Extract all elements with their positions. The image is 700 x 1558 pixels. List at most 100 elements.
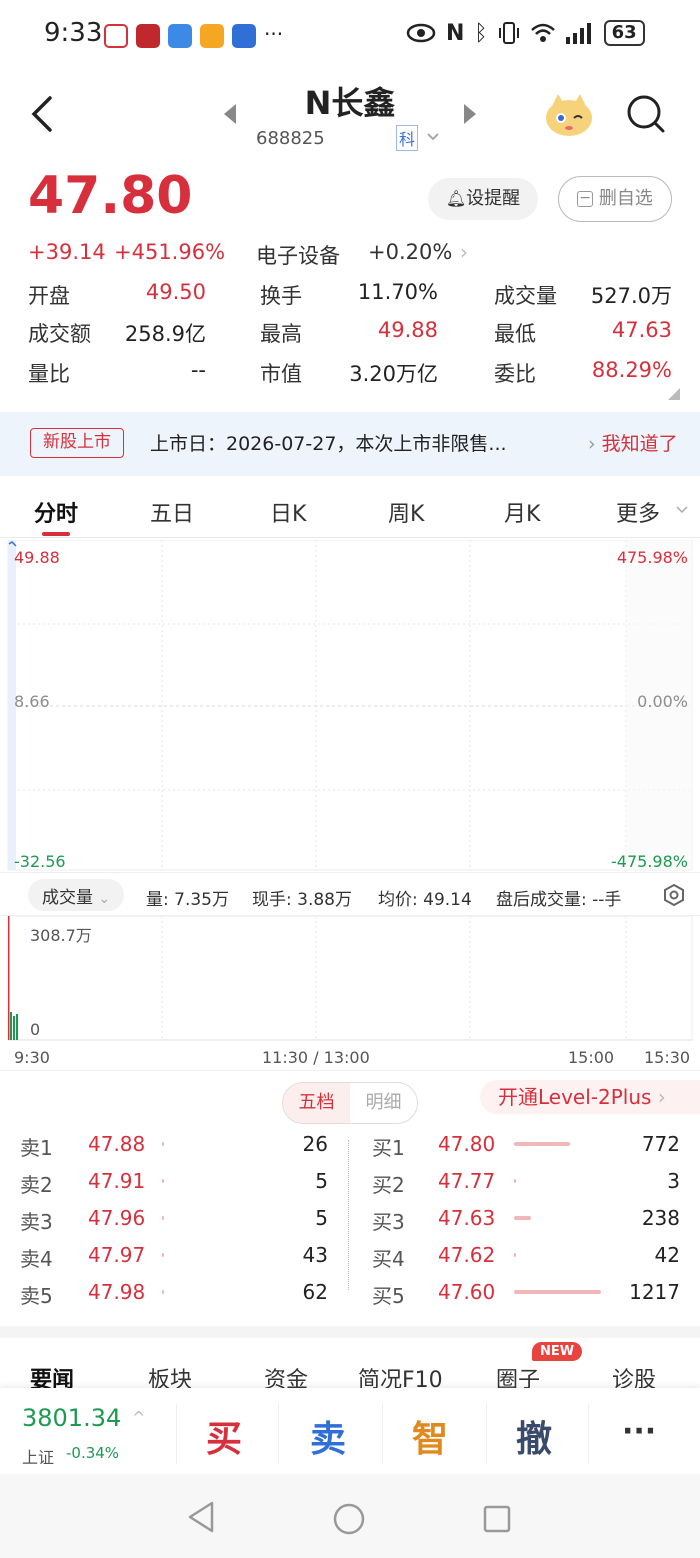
buy-level-qty: 3 bbox=[667, 1169, 680, 1193]
active-tab-indicator bbox=[42, 532, 70, 536]
sector-label: 电子设备 bbox=[256, 244, 340, 268]
divider bbox=[0, 1070, 700, 1071]
sell-level-qty: 5 bbox=[315, 1206, 328, 1230]
sell-level-qty: 43 bbox=[302, 1243, 328, 1267]
chevron-down-icon[interactable] bbox=[426, 132, 440, 142]
app-icon-2 bbox=[136, 24, 160, 48]
sell-level-price: 47.91 bbox=[88, 1169, 146, 1193]
tab-monthly-k[interactable]: 月K bbox=[504, 496, 540, 528]
mascot-avatar-icon[interactable] bbox=[544, 92, 594, 138]
index-expand-icon[interactable]: ^ bbox=[132, 1408, 145, 1427]
smart-trade-button[interactable]: 智 bbox=[412, 1410, 448, 1462]
quote-field-label: 委比 bbox=[494, 362, 536, 386]
buy-level-qty: 1217 bbox=[629, 1280, 680, 1304]
new-listing-tag: 新股上市 bbox=[30, 428, 124, 458]
buy-level-label: 买3 bbox=[372, 1210, 405, 1234]
nav-recents-icon[interactable] bbox=[482, 1504, 512, 1534]
quote-field-value: 49.88 bbox=[377, 318, 438, 342]
chart-tabs: 分时 五日 日K 周K 月K 更多 bbox=[0, 488, 700, 538]
sector-name[interactable]: 电子设备 bbox=[256, 240, 340, 270]
time-axis-1500: 15:00 bbox=[568, 1048, 615, 1067]
stock-code: 688825 bbox=[256, 128, 325, 149]
quote-field-value: 258.9亿 bbox=[124, 322, 206, 346]
quote-field-value: 88.29% bbox=[591, 358, 672, 382]
index-value[interactable]: 3801.34 bbox=[22, 1404, 121, 1432]
nav-back-icon[interactable] bbox=[186, 1500, 216, 1534]
buy-level-label: 买2 bbox=[372, 1173, 405, 1197]
nfc-icon: N bbox=[446, 20, 465, 46]
volume-chart[interactable] bbox=[0, 916, 700, 1042]
nav-home-icon[interactable] bbox=[332, 1502, 366, 1536]
buy-level-label: 买1 bbox=[372, 1136, 405, 1160]
buy-level-price: 47.62 bbox=[438, 1243, 496, 1267]
sell-level-label: 卖4 bbox=[20, 1247, 53, 1271]
buy-level-price: 47.77 bbox=[438, 1169, 496, 1193]
quote-field-label: 市值 bbox=[260, 362, 302, 386]
app-icon-1 bbox=[104, 24, 128, 48]
new-badge: NEW bbox=[532, 1342, 583, 1361]
level2-upgrade-button[interactable]: 开通Level-2Plus › bbox=[480, 1080, 700, 1114]
buy-volume-bar bbox=[514, 1216, 531, 1220]
dismiss-notice-button[interactable]: › 我知道了 bbox=[588, 429, 678, 456]
quote-field-value: 527.0万 bbox=[590, 284, 672, 308]
app-icon-4 bbox=[200, 24, 224, 48]
tab-more[interactable]: 更多 bbox=[616, 496, 660, 528]
buy-volume-bar bbox=[514, 1142, 570, 1146]
remove-watchlist-button[interactable]: − 删自选 bbox=[558, 176, 672, 222]
tab-weekly-k[interactable]: 周K bbox=[388, 496, 424, 528]
sell-level-price: 47.88 bbox=[88, 1132, 146, 1156]
remove-watchlist-label: 删自选 bbox=[598, 188, 653, 209]
quote-field-label: 成交量 bbox=[494, 284, 557, 308]
mode-five-levels[interactable]: 五档 bbox=[283, 1083, 350, 1123]
board-tag: 科 bbox=[396, 125, 419, 151]
stock-name: N长鑫 bbox=[304, 84, 396, 122]
orderbook-divider bbox=[348, 1140, 349, 1290]
expand-corner-icon[interactable] bbox=[668, 388, 680, 400]
intraday-price-chart[interactable] bbox=[0, 540, 700, 872]
status-app-icons: ··· bbox=[104, 24, 283, 48]
more-actions-button[interactable]: ··· bbox=[622, 1414, 656, 1449]
price-change: +39.14 bbox=[28, 240, 106, 264]
sell-level-price: 47.98 bbox=[88, 1280, 146, 1304]
mode-detail[interactable]: 明细 bbox=[350, 1083, 417, 1123]
app-icon-5 bbox=[232, 24, 256, 48]
set-alert-label: 设提醒 bbox=[466, 188, 521, 209]
eye-icon bbox=[406, 23, 436, 43]
signal-icon bbox=[565, 23, 591, 44]
pct-axis-mid: 0.00% bbox=[637, 692, 688, 711]
search-icon[interactable] bbox=[626, 94, 666, 134]
action-divider bbox=[382, 1404, 383, 1464]
tab-daily-k[interactable]: 日K bbox=[270, 496, 306, 528]
current-price: 47.80 bbox=[28, 166, 193, 226]
quote-field-label: 开盘 bbox=[28, 284, 70, 308]
tab-five-day[interactable]: 五日 bbox=[150, 496, 194, 528]
index-change: -0.34% bbox=[66, 1444, 120, 1462]
set-alert-button[interactable]: 🔔︎设提醒 bbox=[428, 178, 538, 220]
buy-level-label: 买5 bbox=[372, 1284, 405, 1308]
chevron-right-icon[interactable]: › bbox=[460, 240, 468, 264]
cancel-order-button[interactable]: 撤 bbox=[516, 1410, 552, 1462]
level2-upgrade-label: 开通Level-2Plus bbox=[498, 1085, 652, 1109]
quote-field-label: 换手 bbox=[260, 284, 302, 308]
battery-indicator: 63 bbox=[603, 20, 645, 46]
buy-level-qty: 772 bbox=[641, 1132, 680, 1156]
tab-intraday[interactable]: 分时 bbox=[34, 496, 78, 528]
buy-volume-bar bbox=[514, 1253, 516, 1257]
tab-more-chevron-icon bbox=[676, 506, 688, 514]
settings-hexagon-icon[interactable] bbox=[662, 883, 686, 907]
index-name: 上证 bbox=[22, 1448, 55, 1467]
minus-box-icon: − bbox=[577, 191, 594, 207]
action-divider bbox=[588, 1404, 589, 1464]
sell-volume-bar bbox=[162, 1179, 164, 1183]
action-divider bbox=[278, 1404, 279, 1464]
sell-level-qty: 62 bbox=[302, 1280, 328, 1304]
sell-button[interactable]: 卖 bbox=[310, 1410, 346, 1462]
sell-volume-bar bbox=[162, 1216, 164, 1220]
quote-field-value: 47.63 bbox=[611, 318, 672, 342]
volume-indicator-selector[interactable]: 成交量 ⌄ bbox=[28, 879, 125, 911]
buy-button[interactable]: 买 bbox=[206, 1410, 242, 1462]
buy-level-price: 47.60 bbox=[438, 1280, 496, 1304]
buy-level-qty: 238 bbox=[641, 1206, 680, 1230]
pct-axis-bottom: -475.98% bbox=[611, 852, 688, 871]
chevron-right-level2-icon: › bbox=[651, 1085, 666, 1109]
